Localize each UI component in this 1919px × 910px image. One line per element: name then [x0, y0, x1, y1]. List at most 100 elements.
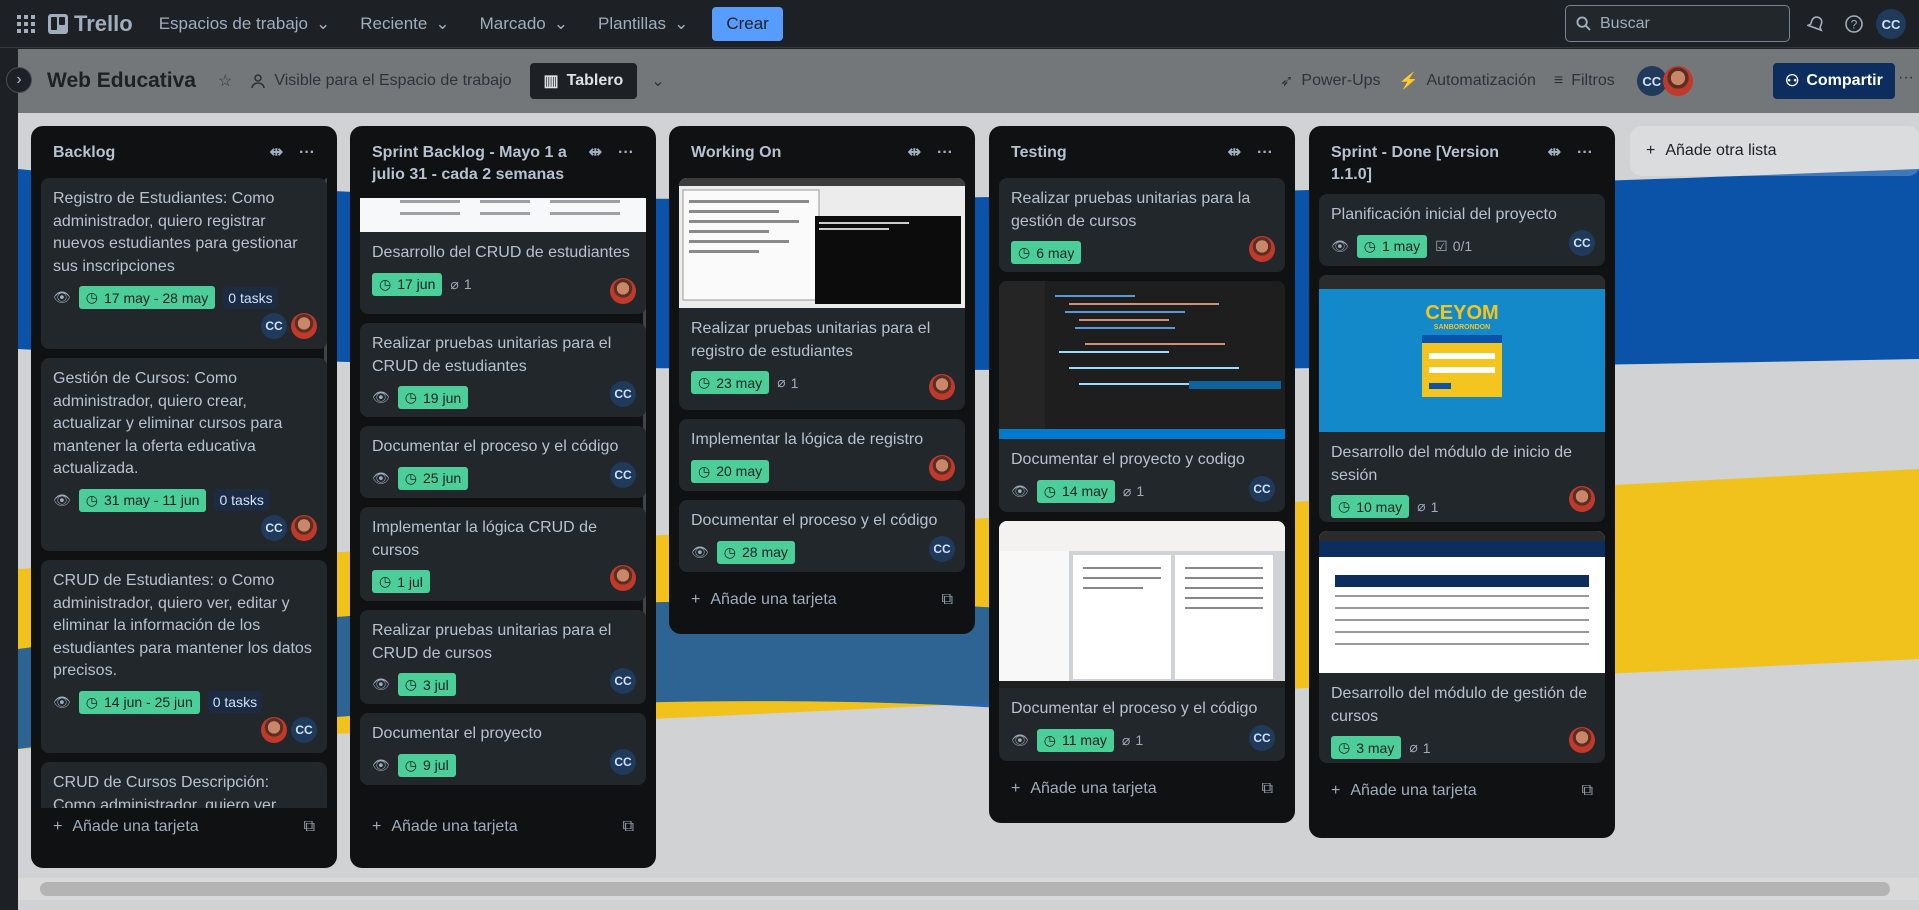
card[interactable]: Implementar la lógica CRUD de cursos ◷ 1 … — [360, 507, 646, 601]
powerups-button[interactable]: ➶ Power-Ups — [1280, 71, 1381, 91]
member-avatar[interactable]: CC — [610, 749, 636, 775]
member-avatar-photo[interactable] — [929, 455, 955, 481]
due-date-badge[interactable]: ◷ 17 may - 28 may — [78, 286, 216, 309]
card[interactable]: Realizar pruebas unitarias para la gesti… — [999, 178, 1285, 272]
notifications-icon[interactable] — [1800, 8, 1832, 40]
due-date-badge[interactable]: ◷ 6 may — [1011, 241, 1082, 264]
list-menu-icon[interactable]: ··· — [1257, 142, 1273, 164]
nav-starred[interactable]: Marcado ⌄ — [468, 8, 580, 40]
search-input[interactable]: Buscar — [1565, 5, 1790, 42]
create-from-template-icon[interactable]: ⧉ — [942, 591, 953, 609]
collapse-list-icon[interactable]: ⇹ — [1228, 142, 1241, 164]
due-date-badge[interactable]: ◷ 10 may — [1331, 495, 1410, 518]
member-avatar[interactable]: CC — [291, 717, 317, 743]
card[interactable]: CRUD de Estudiantes: o Como administrado… — [41, 560, 327, 753]
board-menu-button[interactable]: ··· — [1898, 69, 1914, 87]
nav-recent[interactable]: Reciente ⌄ — [348, 8, 461, 40]
list-title[interactable]: Backlog — [53, 142, 115, 164]
due-date-badge[interactable]: ◷ 14 jun - 25 jun — [78, 690, 200, 714]
member-avatar-photo[interactable] — [1569, 727, 1595, 753]
due-date-badge[interactable]: ◷ 1 jul — [372, 570, 430, 593]
share-button[interactable]: ⚇ Compartir — [1773, 63, 1895, 99]
view-board-button[interactable]: ▥ Tablero — [529, 63, 638, 99]
card[interactable]: Realizar pruebas unitarias para el CRUD … — [360, 610, 646, 704]
list-title[interactable]: Sprint - Done [Version 1.1.0] — [1331, 142, 1531, 186]
due-date-badge[interactable]: ◷ 31 may - 11 jun — [78, 488, 207, 512]
list-title[interactable]: Testing — [1011, 142, 1067, 164]
card[interactable]: CRUD de Cursos Descripción: Como adminis… — [41, 762, 327, 808]
due-date-badge[interactable]: ◷ 23 may — [691, 371, 770, 394]
due-date-badge[interactable]: ◷ 3 may — [1331, 736, 1402, 759]
nav-templates[interactable]: Plantillas ⌄ — [586, 8, 700, 40]
add-card-button[interactable]: + Añade una tarjeta ⧉ — [679, 581, 965, 619]
member-avatar-photo[interactable] — [1569, 486, 1595, 512]
card[interactable]: Planificación inicial del proyecto 👁 ◷ 1 … — [1319, 194, 1605, 266]
member-avatar[interactable]: CC — [610, 668, 636, 694]
card[interactable]: Desarrollo del módulo de gestión de curs… — [1319, 531, 1605, 763]
due-date-badge[interactable]: ◷ 19 jun — [397, 386, 469, 409]
list-menu-icon[interactable]: ··· — [937, 142, 953, 164]
card[interactable]: Registro de Estudiantes: Como administra… — [41, 178, 327, 349]
card[interactable]: Realizar pruebas unitarias para el regis… — [679, 178, 965, 410]
card[interactable]: CEYOM SANBORONDON Desarrollo del módulo d… — [1319, 275, 1605, 522]
expand-sidebar-button[interactable]: › — [6, 67, 32, 93]
account-avatar[interactable]: CC — [1876, 9, 1906, 39]
member-avatar-photo[interactable] — [1662, 66, 1693, 96]
due-date-badge[interactable]: ◷ 25 jun — [397, 466, 469, 490]
card[interactable]: Realizar pruebas unitarias para el CRUD … — [360, 323, 646, 417]
card[interactable]: Documentar el proyecto y codigo 👁 ◷ 14 ma… — [999, 281, 1285, 512]
list-title[interactable]: Working On — [691, 142, 781, 164]
create-from-template-icon[interactable]: ⧉ — [1582, 782, 1593, 800]
scrollbar-thumb[interactable] — [40, 882, 1890, 896]
filters-button[interactable]: ≡ Filtros — [1554, 72, 1615, 90]
board-title[interactable]: Web Educativa — [47, 69, 196, 93]
create-button[interactable]: Crear — [712, 6, 783, 41]
collapse-list-icon[interactable]: ⇹ — [270, 142, 283, 164]
board-horizontal-scrollbar[interactable] — [18, 878, 1919, 900]
due-date-badge[interactable]: ◷ 17 jun — [372, 272, 443, 296]
card[interactable]: Implementar la lógica de registro ◷ 20 ma… — [679, 419, 965, 491]
create-from-template-icon[interactable]: ⧉ — [304, 818, 315, 836]
due-date-badge[interactable]: ◷ 9 jul — [397, 753, 456, 777]
list-menu-icon[interactable]: ··· — [1577, 142, 1593, 164]
help-icon[interactable]: ? — [1838, 8, 1870, 40]
due-date-badge[interactable]: ◷ 11 may — [1036, 728, 1114, 752]
card[interactable]: Documentar el proyecto 👁 ◷ 9 jul CC — [360, 713, 646, 785]
due-date-badge[interactable]: ◷ 14 may — [1036, 479, 1115, 503]
card[interactable]: Gestión de Cursos: Como administrador, q… — [41, 358, 327, 551]
collapse-list-icon[interactable]: ⇹ — [589, 142, 602, 164]
list-title[interactable]: Sprint Backlog - Mayo 1 a julio 31 - cad… — [372, 142, 582, 186]
add-card-button[interactable]: + Añade una tarjeta ⧉ — [999, 770, 1285, 808]
member-avatar-photo[interactable] — [610, 565, 636, 591]
member-avatar-photo[interactable] — [291, 515, 317, 541]
card[interactable]: Documentar el proceso y el código 👁 ◷ 25 … — [360, 426, 646, 498]
nav-workspaces[interactable]: Espacios de trabajo ⌄ — [147, 8, 343, 40]
collapse-list-icon[interactable]: ⇹ — [1548, 142, 1561, 164]
card[interactable]: Documentar el proceso y el código 👁 ◷ 28 … — [679, 500, 965, 572]
view-switcher-button[interactable]: ⌄ — [651, 71, 664, 91]
list-menu-icon[interactable]: ··· — [299, 142, 315, 164]
trello-logo[interactable]: Trello — [48, 11, 133, 37]
add-card-button[interactable]: + Añade una tarjeta ⧉ — [1319, 772, 1605, 810]
list-menu-icon[interactable]: ··· — [618, 142, 634, 164]
member-avatar-photo[interactable] — [929, 374, 955, 400]
create-from-template-icon[interactable]: ⧉ — [1262, 780, 1273, 798]
member-avatar[interactable]: CC — [929, 536, 955, 562]
app-switcher-icon[interactable] — [10, 8, 42, 40]
collapse-list-icon[interactable]: ⇹ — [908, 142, 921, 164]
star-button[interactable]: ☆ — [218, 71, 232, 91]
member-avatar-photo[interactable] — [610, 278, 636, 304]
due-date-badge[interactable]: ◷ 20 may — [691, 459, 770, 483]
member-avatar[interactable]: CC — [261, 515, 287, 541]
member-avatar[interactable]: CC — [261, 313, 287, 339]
create-from-template-icon[interactable]: ⧉ — [623, 818, 634, 836]
member-avatar[interactable]: CC — [1249, 725, 1275, 751]
add-card-button[interactable]: + Añade una tarjeta ⧉ — [41, 808, 327, 846]
card[interactable]: Desarrollo del CRUD de estudiantes ◷ 17 j… — [360, 198, 646, 314]
member-avatar[interactable]: CC — [610, 462, 636, 488]
member-avatar[interactable]: CC — [1569, 230, 1595, 256]
member-avatar-photo[interactable] — [291, 313, 317, 339]
due-date-badge[interactable]: ◷ 28 may — [716, 540, 795, 564]
member-avatar-photo[interactable] — [1249, 236, 1275, 262]
member-avatar[interactable]: CC — [1249, 476, 1275, 502]
